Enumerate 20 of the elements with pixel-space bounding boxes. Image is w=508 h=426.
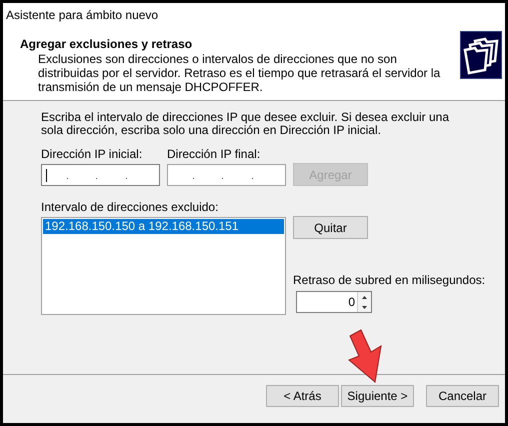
remove-button[interactable]: Quitar <box>293 216 368 239</box>
list-item[interactable]: 192.168.150.150 a 192.168.150.151 <box>43 219 284 234</box>
list-label: Intervalo de direcciones excluido: <box>41 200 220 214</box>
folders-icon <box>460 31 502 79</box>
spin-down-icon[interactable] <box>358 302 371 312</box>
wizard-button[interactable]: Siguiente > <box>341 385 414 407</box>
wizard-button[interactable]: < Atrás <box>266 385 339 407</box>
field-label: Dirección IP inicial: <box>41 147 144 161</box>
field-label: Dirección IP final: <box>167 147 262 161</box>
ip-address-field[interactable] <box>167 164 286 186</box>
window-title: Asistente para ámbito nuevo <box>5 7 160 22</box>
page-description: Exclusiones son direcciones o intervalos de direcciones que no son distribuidas por el servidor. Retraso es el tiempo que retrasará el servidor la transmisión de un mensaje DHCPOFFER. <box>37 52 442 94</box>
wizard-button[interactable]: Cancelar <box>426 385 499 407</box>
delay-spinner[interactable]: 0 <box>296 291 372 313</box>
spin-up-icon[interactable] <box>358 292 371 302</box>
ip-address-field[interactable] <box>41 164 160 186</box>
instructions-text: Escriba el intervalo de direcciones IP que desee excluir. Si desea excluir una sola dirección, escriba solo una dirección en Dirección IP inicial. <box>41 111 450 137</box>
page-title: Agregar exclusiones y retraso <box>20 37 194 52</box>
delay-label: Retraso de subred en milisegundos: <box>293 273 486 287</box>
excluded-range-list[interactable]: 192.168.150.150 a 192.168.150.151 <box>41 217 286 315</box>
